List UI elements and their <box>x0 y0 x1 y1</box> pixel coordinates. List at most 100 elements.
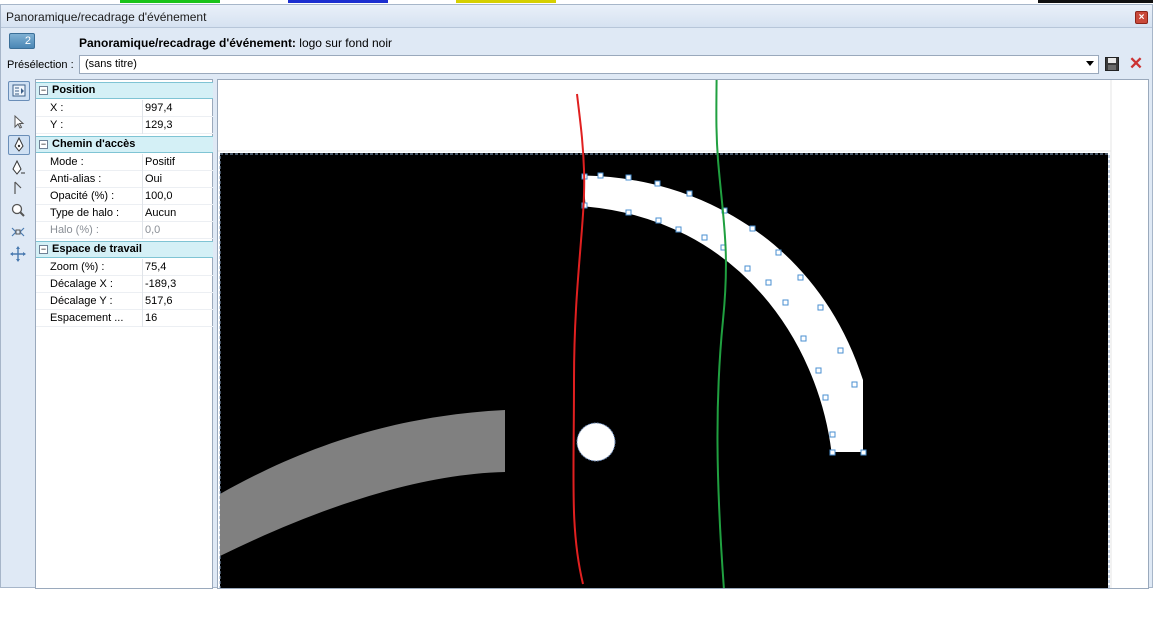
path-handle[interactable] <box>860 449 867 456</box>
property-label: Espacement ... <box>50 312 142 324</box>
dropdown-arrow-icon <box>1086 61 1094 66</box>
workspace-canvas[interactable] <box>217 79 1149 589</box>
property-row-opacity[interactable]: Opacité (%) : 100,0 <box>36 188 213 205</box>
floppy-disk-icon <box>1105 57 1119 71</box>
scale-tool-button[interactable] <box>8 223 30 243</box>
move-tool-button[interactable] <box>8 245 30 265</box>
property-row-offset-y[interactable]: Décalage Y : 517,6 <box>36 293 213 310</box>
path-handle[interactable] <box>744 265 751 272</box>
scale-icon <box>11 227 25 237</box>
properties-tool-button[interactable] <box>8 81 30 101</box>
path-handle[interactable] <box>701 234 708 241</box>
delete-preset-button[interactable]: ✕ <box>1128 54 1144 73</box>
property-label: Décalage Y : <box>50 295 142 307</box>
collapse-minus-icon[interactable]: − <box>39 140 48 149</box>
path-handle[interactable] <box>851 381 858 388</box>
path-handle[interactable] <box>675 226 682 233</box>
path-handle[interactable] <box>655 217 662 224</box>
property-label: Anti-alias : <box>50 173 142 185</box>
category-workspace[interactable]: − Espace de travail <box>36 241 213 258</box>
close-window-button[interactable]: × <box>1135 11 1148 24</box>
property-value[interactable]: 129,3 <box>142 117 213 134</box>
zoom-tool-button[interactable] <box>8 201 30 221</box>
save-preset-button[interactable] <box>1105 57 1119 71</box>
pointer-tool-button[interactable] <box>8 113 30 133</box>
pen-icon <box>14 136 24 152</box>
path-handle[interactable] <box>625 209 632 216</box>
property-value[interactable]: 16 <box>142 310 213 327</box>
pointer-icon <box>14 114 25 129</box>
path-handle[interactable] <box>782 299 789 306</box>
path-handle[interactable] <box>815 367 822 374</box>
property-value[interactable]: 997,4 <box>142 100 213 117</box>
path-handle[interactable] <box>817 304 824 311</box>
event-number-badge: 2 <box>9 33 35 49</box>
property-value[interactable]: -189,3 <box>142 276 213 293</box>
path-handle[interactable] <box>625 174 632 181</box>
path-handle[interactable] <box>837 347 844 354</box>
property-row-halo-percent: Halo (%) : 0,0 <box>36 222 213 239</box>
add-point-pen-icon <box>12 159 25 175</box>
properties-panel: − Position X : 997,4 Y : 129,3 − Chemin … <box>35 79 213 589</box>
white-circle-shape[interactable] <box>576 422 616 462</box>
path-handle[interactable] <box>765 279 772 286</box>
preset-value: (sans titre) <box>85 58 137 70</box>
close-icon: × <box>1138 12 1145 23</box>
property-row-spacing[interactable]: Espacement ... 16 <box>36 310 213 327</box>
collapse-minus-icon[interactable]: − <box>39 86 48 95</box>
property-label: Décalage X : <box>50 278 142 290</box>
path-handle[interactable] <box>829 431 836 438</box>
property-row-anti-alias[interactable]: Anti-alias : Oui <box>36 171 213 188</box>
zoom-icon <box>11 203 25 217</box>
category-position-title: Position <box>52 84 96 96</box>
path-handle[interactable] <box>822 394 829 401</box>
property-label: Zoom (%) : <box>50 261 142 273</box>
property-value[interactable]: 75,4 <box>142 259 213 276</box>
move-icon <box>10 246 26 262</box>
path-handle[interactable] <box>749 225 756 232</box>
category-path-title: Chemin d'accès <box>52 138 136 150</box>
title-bar: Panoramique/recadrage d'événement × <box>1 5 1152 28</box>
property-label: Opacité (%) : <box>50 190 142 202</box>
property-row-halo-type[interactable]: Type de halo : Aucun <box>36 205 213 222</box>
preset-dropdown[interactable]: (sans titre) <box>79 55 1099 74</box>
event-label-title: Panoramique/recadrage d'événement: <box>79 36 296 50</box>
category-position[interactable]: − Position <box>36 82 213 99</box>
property-value[interactable]: 100,0 <box>142 188 213 205</box>
path-handle[interactable] <box>829 449 836 456</box>
pan-crop-window: Panoramique/recadrage d'événement × 2 Pa… <box>0 4 1153 589</box>
edit-point-tool-button[interactable] <box>8 179 30 199</box>
property-row-mode[interactable]: Mode : Positif <box>36 154 213 171</box>
path-handle[interactable] <box>775 249 782 256</box>
property-value[interactable]: 517,6 <box>142 293 213 310</box>
collapse-minus-icon[interactable]: − <box>39 245 48 254</box>
property-value: 0,0 <box>142 222 213 239</box>
property-row-zoom[interactable]: Zoom (%) : 75,4 <box>36 259 213 276</box>
property-label: Mode : <box>50 156 142 168</box>
pen-tool-button[interactable] <box>8 135 30 155</box>
canvas-svg[interactable] <box>218 80 1149 589</box>
property-label: Halo (%) : <box>50 224 142 236</box>
preset-row: Présélection : (sans titre) ✕ <box>1 53 1152 77</box>
category-path[interactable]: − Chemin d'accès <box>36 136 213 153</box>
property-label: X : <box>50 102 142 114</box>
path-handle[interactable] <box>686 190 693 197</box>
tool-strip <box>5 79 33 587</box>
property-value[interactable]: Positif <box>142 154 213 171</box>
path-handle[interactable] <box>654 180 661 187</box>
add-point-tool-button[interactable] <box>8 159 30 179</box>
edit-point-icon <box>14 181 22 194</box>
property-value[interactable]: Oui <box>142 171 213 188</box>
path-handle[interactable] <box>797 274 804 281</box>
path-handle[interactable] <box>800 335 807 342</box>
path-handle[interactable] <box>597 172 604 179</box>
property-row-x[interactable]: X : 997,4 <box>36 100 213 117</box>
property-row-offset-x[interactable]: Décalage X : -189,3 <box>36 276 213 293</box>
delete-x-icon: ✕ <box>1128 54 1144 73</box>
property-label: Type de halo : <box>50 207 142 219</box>
property-value[interactable]: Aucun <box>142 205 213 222</box>
property-row-y[interactable]: Y : 129,3 <box>36 117 213 134</box>
event-header: 2 Panoramique/recadrage d'événement: log… <box>1 29 1152 53</box>
window-title: Panoramique/recadrage d'événement <box>6 10 207 24</box>
property-label: Y : <box>50 119 142 131</box>
